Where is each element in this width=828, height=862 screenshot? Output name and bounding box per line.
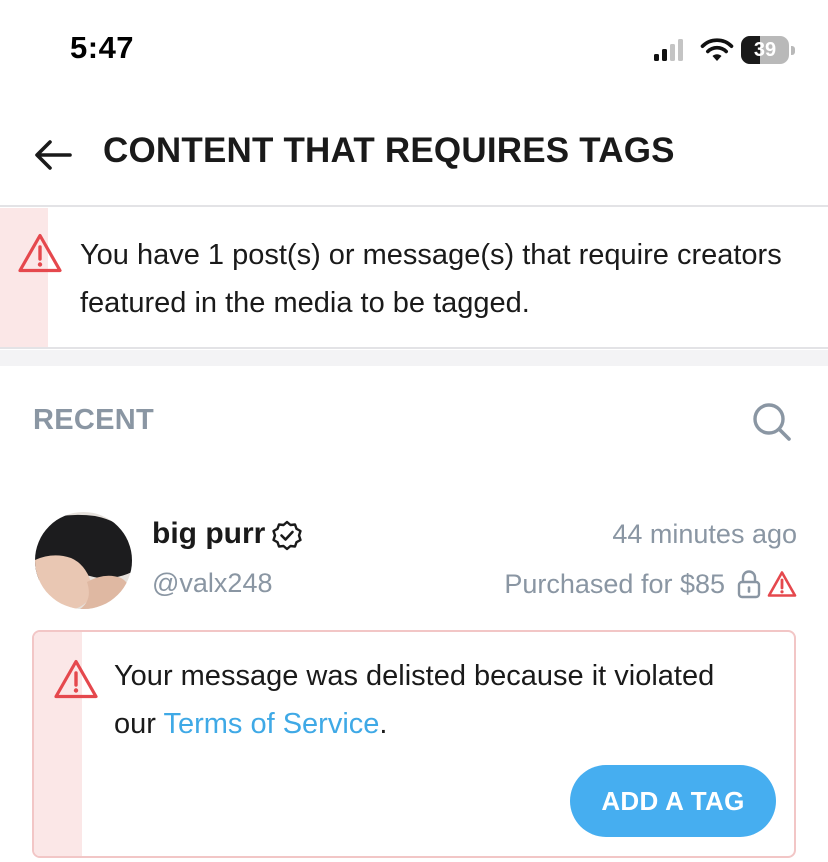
verified-badge-icon <box>272 520 302 551</box>
purchase-info: Purchased for $85 <box>504 566 797 602</box>
battery-level: 39 <box>753 39 777 61</box>
purchase-price-text: Purchased for $85 <box>504 568 725 599</box>
warning-triangle-icon <box>767 571 797 597</box>
delisted-notice: Your message was delisted because it vio… <box>114 652 754 748</box>
delisted-notice-end: . <box>379 708 388 740</box>
tag-required-banner: You have 1 post(s) or message(s) that re… <box>0 208 828 349</box>
warning-triangle-icon <box>18 233 62 273</box>
warning-triangle-icon <box>54 659 98 699</box>
status-time: 5:47 <box>70 30 135 65</box>
user-avatar[interactable] <box>35 512 132 609</box>
banner-accent-stripe <box>0 208 48 347</box>
delisted-message-card: Your message was delisted because it vio… <box>32 630 796 858</box>
user-handle: @valx248 <box>152 568 273 598</box>
search-icon[interactable] <box>751 401 793 443</box>
wifi-icon <box>700 38 734 61</box>
page-title: CONTENT THAT REQUIRES TAGS <box>103 131 675 170</box>
add-tag-button[interactable]: ADD A TAG <box>570 765 776 837</box>
message-timestamp: 44 minutes ago <box>612 519 797 549</box>
status-bar: 5:47 39 <box>0 0 828 100</box>
recent-section-label: RECENT <box>33 404 155 436</box>
back-arrow-icon[interactable] <box>30 132 76 178</box>
page-header: CONTENT THAT REQUIRES TAGS <box>0 100 828 207</box>
terms-of-service-link[interactable]: Terms of Service <box>163 708 379 740</box>
section-divider <box>0 350 828 366</box>
lock-icon <box>737 570 761 599</box>
battery-icon: 39 <box>741 36 795 64</box>
user-display-name[interactable]: big purr <box>152 517 265 551</box>
cellular-signal-icon <box>654 39 683 61</box>
banner-message: You have 1 post(s) or message(s) that re… <box>80 239 782 319</box>
